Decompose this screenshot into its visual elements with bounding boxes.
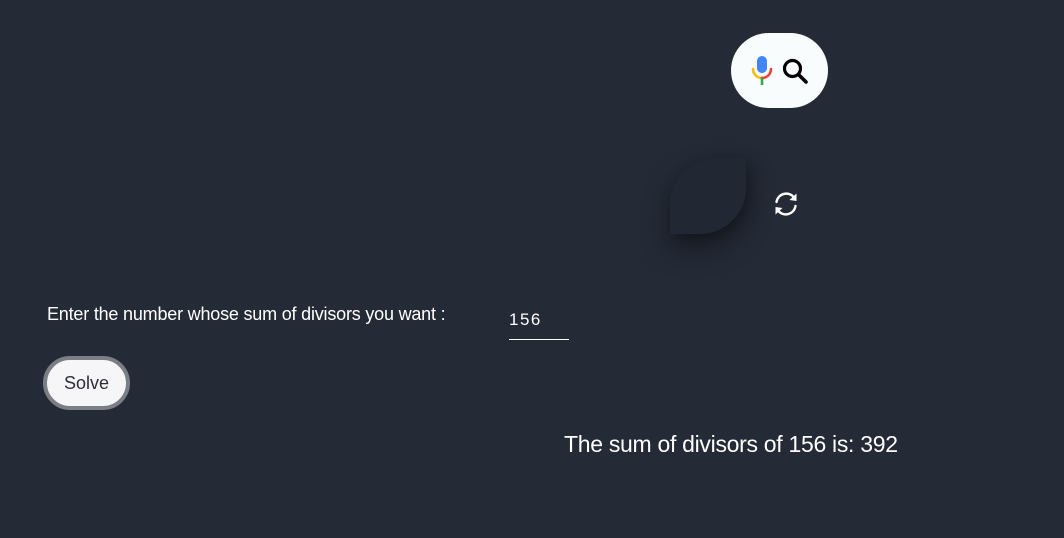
search-icon[interactable]	[781, 57, 809, 85]
decorative-leaf-card	[670, 158, 746, 234]
number-input[interactable]	[509, 300, 569, 340]
voice-search-button[interactable]	[731, 33, 828, 108]
solve-button[interactable]: Solve	[43, 356, 130, 410]
app-page: Enter the number whose sum of divisors y…	[0, 0, 1064, 538]
result-text: The sum of divisors of 156 is: 392	[564, 431, 898, 457]
microphone-icon[interactable]	[751, 55, 773, 87]
refresh-icon[interactable]	[770, 188, 801, 219]
number-prompt-label: Enter the number whose sum of divisors y…	[47, 304, 446, 324]
